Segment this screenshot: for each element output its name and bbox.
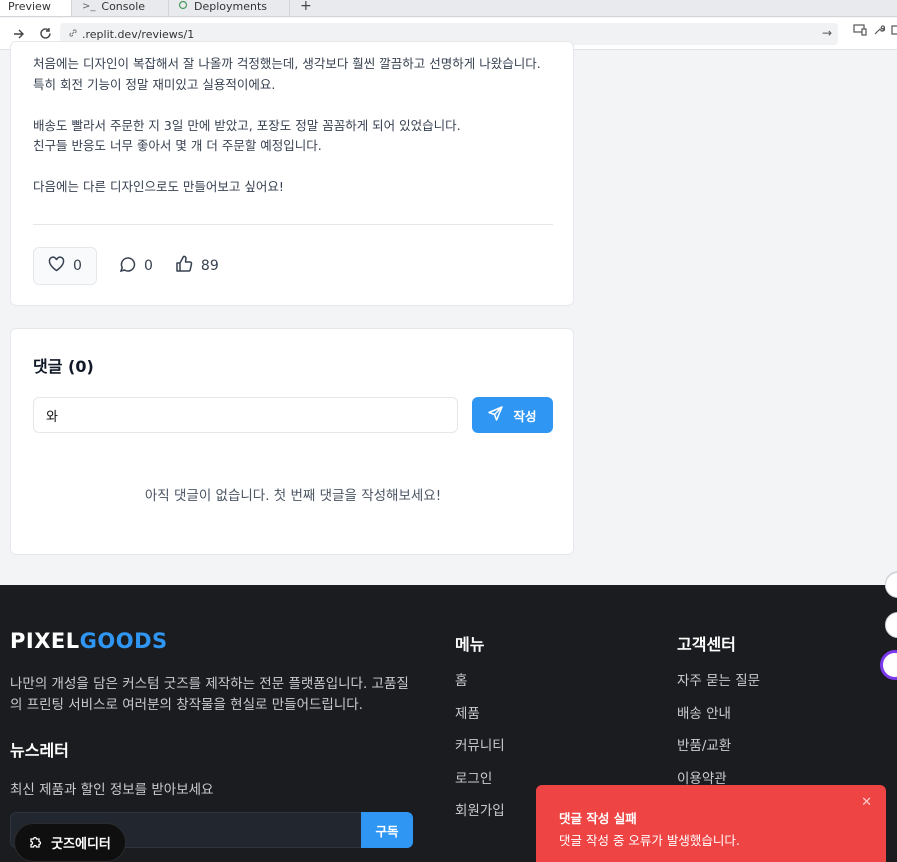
logo-pixel: PIXEL <box>10 629 80 653</box>
terminal-icon: >_ <box>82 0 96 12</box>
error-toast: 댓글 작성 실패 댓글 작성 중 오류가 발생했습니다. ✕ <box>536 785 886 862</box>
footer-menu: 홈 제품 커뮤니티 로그인 회원가입 <box>455 669 505 832</box>
toast-message: 댓글 작성 중 오류가 발생했습니다. <box>559 833 740 848</box>
empty-comments-message: 아직 댓글이 없습니다. 첫 번째 댓글을 작성해보세요! <box>144 488 442 504</box>
tab-console[interactable]: >_ Console <box>74 0 169 16</box>
like-button[interactable]: 0 <box>33 247 97 285</box>
url-tools <box>853 24 897 39</box>
heart-icon <box>48 256 65 276</box>
go-arrow-icon[interactable]: → <box>822 26 832 40</box>
deploy-icon <box>178 0 188 13</box>
puzzle-icon <box>29 834 43 852</box>
page-content: 처음에는 디자인이 복잡해서 잘 나올까 걱정했는데, 생각보다 훨씬 깔끔하고… <box>0 41 897 585</box>
send-icon <box>488 406 504 424</box>
comment-count: 0 <box>144 258 153 274</box>
new-tab-button[interactable]: + <box>292 0 316 16</box>
url-text: .replit.dev/reviews/1 <box>82 27 195 41</box>
close-icon[interactable]: ✕ <box>861 795 872 810</box>
review-line: 친구들 반응도 너무 좋아서 몇 개 더 주문할 예정입니다. <box>33 138 322 153</box>
devices-icon[interactable] <box>853 24 867 39</box>
footer-link-community[interactable]: 커뮤니티 <box>455 734 505 767</box>
like-count: 0 <box>73 258 82 274</box>
review-line: 다음에는 다른 디자인으로도 만들어보고 싶어요! <box>33 179 284 194</box>
comment-section-title: 댓글 (0) <box>33 357 94 376</box>
thumbs-up-count: 89 <box>200 258 219 274</box>
newsletter-subtitle: 최신 제품과 할인 정보를 받아보세요 <box>10 782 214 798</box>
comment-submit-button[interactable]: 작성 <box>472 397 553 433</box>
footer-link-home[interactable]: 홈 <box>455 669 505 702</box>
review-paragraph: 배송도 빨라서 주문한 지 3일 만에 받았고, 포장도 정말 꼼꼼하게 되어 … <box>33 116 541 157</box>
review-paragraph: 처음에는 디자인이 복잡해서 잘 나올까 걱정했는데, 생각보다 훨씬 깔끔하고… <box>33 54 541 95</box>
comment-count-button[interactable]: 0 <box>119 256 153 277</box>
divider <box>33 224 553 225</box>
submit-label: 작성 <box>513 409 537 424</box>
tab-deployments-label: Deployments <box>194 0 268 13</box>
review-paragraph: 다음에는 다른 디자인으로도 만들어보고 싶어요! <box>33 177 541 198</box>
thumbs-up-button[interactable]: 89 <box>175 255 219 277</box>
window-icon[interactable] <box>891 24 897 39</box>
toast-title: 댓글 작성 실패 <box>559 811 637 826</box>
newsletter-title: 뉴스레터 <box>10 741 69 760</box>
footer-link-shipping[interactable]: 배송 안내 <box>677 702 760 735</box>
footer-link-signup[interactable]: 회원가입 <box>455 799 505 832</box>
subscribe-button[interactable]: 구독 <box>361 812 413 848</box>
footer-link-faq[interactable]: 자주 묻는 질문 <box>677 669 760 702</box>
tab-deployments[interactable]: Deployments <box>170 0 290 16</box>
footer-customer-center: 자주 묻는 질문 배송 안내 반품/교환 이용약관 <box>677 669 760 799</box>
comment-input[interactable] <box>33 397 458 433</box>
review-card: 처음에는 디자인이 복잡해서 잘 나올까 걱정했는데, 생각보다 훨씬 깔끔하고… <box>10 41 574 306</box>
browser-tab-bar: Preview >_ Console Deployments + <box>0 0 897 17</box>
review-actions: 0 0 89 <box>33 247 219 285</box>
footer-link-login[interactable]: 로그인 <box>455 767 505 800</box>
tab-preview[interactable]: Preview <box>0 0 72 16</box>
comment-bubble-icon <box>119 256 136 277</box>
review-body: 처음에는 디자인이 복잡해서 잘 나올까 걱정했는데, 생각보다 훨씬 깔끔하고… <box>33 54 541 218</box>
review-line: 처음에는 디자인이 복잡해서 잘 나올까 걱정했는데, 생각보다 훨씬 깔끔하고… <box>33 56 541 71</box>
footer-link-products[interactable]: 제품 <box>455 702 505 735</box>
review-line: 특히 회전 기능이 정말 재미있고 실용적이에요. <box>33 76 276 92</box>
menu-title: 메뉴 <box>455 635 485 654</box>
comment-section: 댓글 (0) 작성 아직 댓글이 없습니다. 첫 번째 댓글을 작성해보세요! <box>10 328 574 555</box>
thumbs-up-icon <box>175 255 193 277</box>
footer-logo[interactable]: PIXELGOODS <box>10 629 168 653</box>
goods-editor-button[interactable]: 굿즈에디터 <box>14 823 126 862</box>
tab-console-label: Console <box>101 0 146 13</box>
review-line: 배송도 빨라서 주문한 지 3일 만에 받았고, 포장도 정말 꼼꼼하게 되어 … <box>33 117 461 133</box>
wrench-icon[interactable] <box>873 24 886 39</box>
link-icon <box>68 28 78 41</box>
goods-editor-label: 굿즈에디터 <box>51 837 111 852</box>
customer-center-title: 고객센터 <box>677 635 736 654</box>
footer-link-returns[interactable]: 반품/교환 <box>677 734 760 767</box>
footer-description: 나만의 개성을 담은 커스텀 굿즈를 제작하는 전문 플랫폼입니다. 고품질의 … <box>10 676 409 713</box>
tab-preview-label: Preview <box>8 0 51 13</box>
logo-goods: GOODS <box>79 629 168 653</box>
